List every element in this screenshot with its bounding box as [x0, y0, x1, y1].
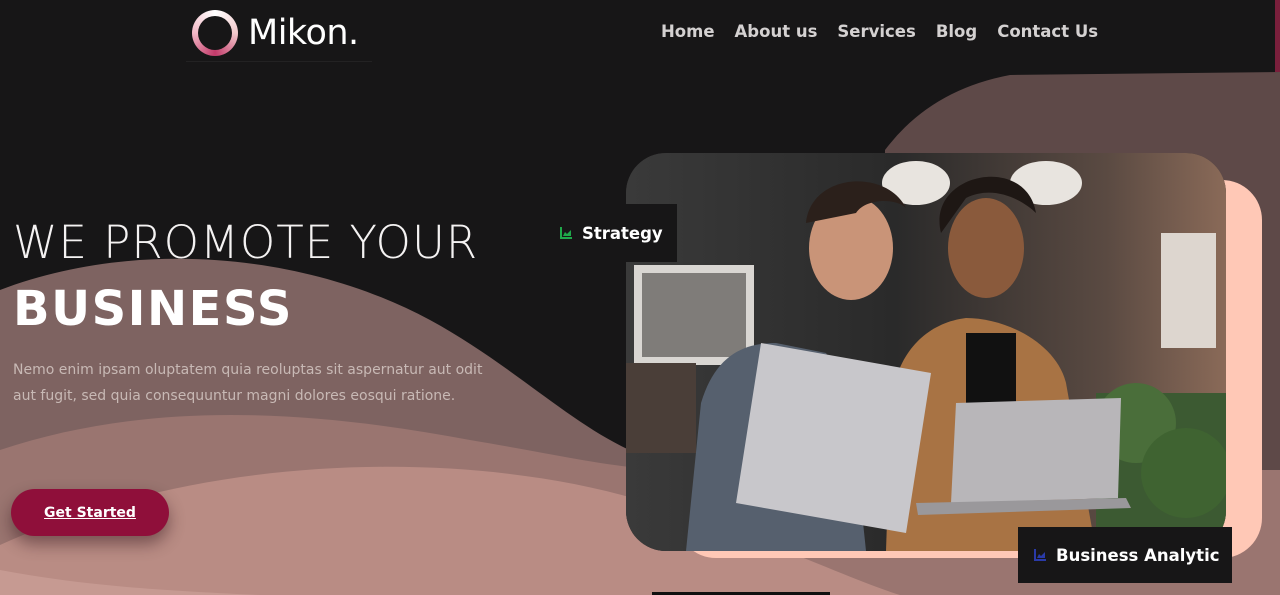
hero-heading-line2: BUSINESS: [13, 281, 293, 337]
brand-name: Mikon.: [248, 12, 359, 53]
business-analytic-badge[interactable]: Business Analytic: [1018, 527, 1232, 583]
strategy-badge[interactable]: Strategy: [540, 204, 677, 262]
get-started-button[interactable]: Get Started: [11, 489, 169, 536]
hero-description: Nemo enim ipsam oluptatem quia reoluptas…: [13, 362, 483, 404]
chart-icon: [1034, 549, 1046, 561]
logo-ring-icon: [192, 9, 238, 56]
hero-heading-line1: WE PROMOTE YOUR: [13, 216, 479, 269]
nav-home[interactable]: Home: [661, 22, 715, 41]
hero-photo: [626, 153, 1226, 551]
nav-services[interactable]: Services: [837, 22, 915, 41]
nav-blog[interactable]: Blog: [936, 22, 977, 41]
hero-photo-illustration: [626, 153, 1226, 551]
strategy-label: Strategy: [582, 223, 663, 243]
business-analytic-label: Business Analytic: [1056, 545, 1220, 565]
chart-icon: [560, 227, 572, 239]
main-nav: Home About us Services Blog Contact Us: [661, 22, 1098, 41]
nav-contact-us[interactable]: Contact Us: [997, 22, 1098, 41]
right-accent-bar: [1275, 0, 1280, 72]
brand-logo[interactable]: Mikon.: [186, 4, 372, 62]
nav-about-us[interactable]: About us: [735, 22, 818, 41]
